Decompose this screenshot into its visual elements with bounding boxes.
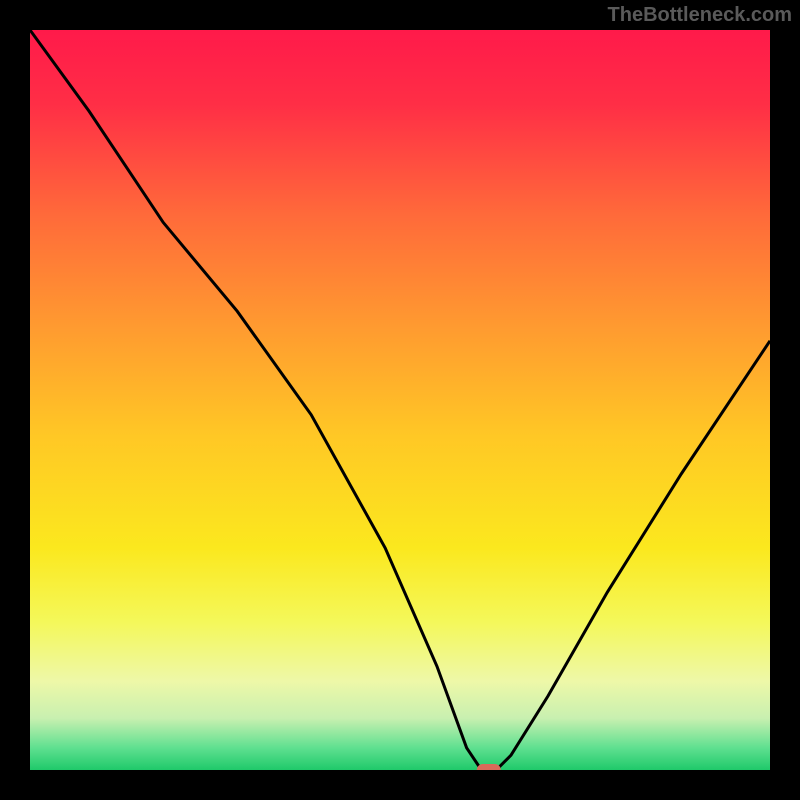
gradient-background [30, 30, 770, 770]
chart-plot-area [30, 30, 770, 770]
optimal-marker [477, 764, 501, 770]
chart-svg [30, 30, 770, 770]
chart-container: TheBottleneck.com [0, 0, 800, 800]
watermark-text: TheBottleneck.com [608, 4, 792, 27]
